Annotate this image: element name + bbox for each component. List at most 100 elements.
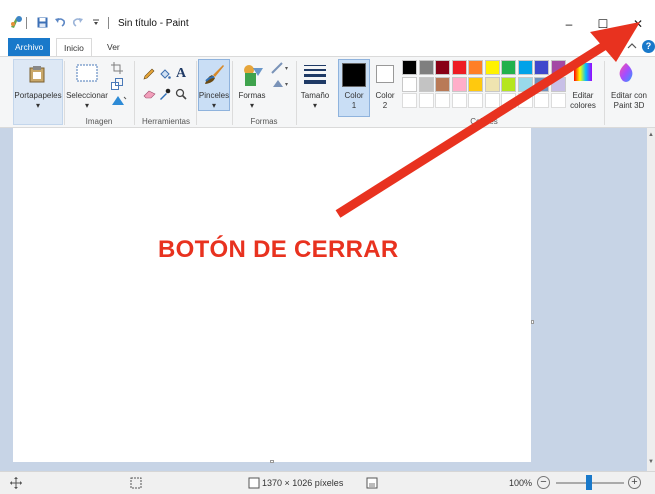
fill-icon[interactable] — [270, 77, 290, 91]
scroll-up-icon[interactable]: ▲ — [648, 132, 654, 140]
drawing-canvas[interactable] — [13, 128, 531, 462]
palette-custom-slot[interactable] — [484, 93, 500, 108]
palette-swatch[interactable] — [484, 76, 500, 92]
pencil-icon[interactable] — [142, 67, 156, 81]
vertical-scrollbar[interactable]: ▲ ▼ — [647, 128, 655, 471]
select-label[interactable]: Seleccionar — [64, 91, 110, 101]
window-top-strip — [0, 0, 655, 8]
save-icon[interactable] — [34, 14, 50, 30]
outline-icon[interactable] — [270, 61, 290, 75]
palette-swatch[interactable] — [468, 76, 483, 92]
tools-group-label: Herramientas — [141, 117, 190, 126]
shapes-dropdown-icon[interactable]: ▾ — [234, 101, 270, 111]
canvas-resize-handle-right[interactable] — [531, 320, 534, 324]
crop-icon[interactable] — [110, 61, 124, 75]
color1-label-line1: Color — [344, 91, 364, 100]
zoom-out-button[interactable]: − — [537, 476, 550, 489]
palette-custom-slot[interactable] — [517, 93, 533, 108]
help-icon[interactable]: ? — [642, 40, 655, 53]
select-dropdown-icon[interactable]: ▾ — [64, 101, 110, 111]
palette-swatch[interactable] — [402, 60, 417, 75]
resize-icon[interactable] — [110, 77, 124, 91]
palette-swatch[interactable] — [501, 60, 516, 75]
window-title: Sin título - Paint — [118, 18, 189, 29]
canvas-size-icon — [248, 477, 260, 489]
shapes-label: Formas — [238, 91, 266, 100]
close-button[interactable]: ✕ — [615, 10, 655, 38]
palette-swatch[interactable] — [517, 60, 533, 75]
qa-separator — [26, 17, 27, 29]
tab-inicio[interactable]: Inicio — [56, 38, 92, 56]
size-dropdown-icon[interactable]: ▾ — [298, 101, 332, 111]
edit-colors-icon[interactable] — [572, 61, 594, 83]
select-rectangle-icon[interactable] — [74, 61, 100, 85]
group-separator — [604, 61, 605, 125]
ribbon: Portapapeles ▾ Seleccionar ▾ Imagen A He… — [0, 56, 655, 128]
palette-swatch[interactable] — [451, 60, 467, 75]
zoom-slider-thumb[interactable] — [585, 475, 592, 490]
title-separator — [108, 17, 109, 29]
size-icon[interactable] — [302, 61, 328, 87]
image-group-label: Imagen — [85, 117, 113, 126]
palette-swatch[interactable] — [501, 76, 516, 92]
paint3d-icon[interactable] — [614, 61, 638, 85]
collapse-ribbon-chevron-icon[interactable] — [626, 40, 638, 52]
palette-swatch[interactable] — [484, 60, 500, 75]
palette-swatch[interactable] — [402, 76, 417, 92]
brushes-label: Pinceles — [198, 91, 230, 100]
canvas-resize-handle-bottom[interactable] — [270, 460, 274, 463]
paint3d-label-line2: Paint 3D — [613, 101, 645, 110]
palette-custom-slot[interactable] — [501, 93, 516, 108]
palette-swatch[interactable] — [534, 60, 549, 75]
palette-swatch[interactable] — [451, 76, 467, 92]
color1-swatch — [342, 63, 366, 87]
text-tool-icon[interactable]: A — [174, 66, 188, 82]
palette-swatch[interactable] — [418, 76, 434, 92]
magnifier-icon[interactable] — [174, 87, 188, 101]
clipboard-label: Portapapeles — [14, 91, 62, 100]
palette-swatch[interactable] — [435, 60, 450, 75]
palette-custom-slot[interactable] — [435, 93, 450, 108]
palette-swatch[interactable] — [435, 76, 450, 92]
eraser-icon[interactable] — [142, 87, 156, 101]
color-picker-icon[interactable] — [158, 87, 172, 101]
color2-label-line1: Color — [375, 91, 395, 100]
fill-bucket-icon[interactable] — [158, 67, 172, 81]
palette-swatch[interactable] — [517, 76, 533, 92]
shapes-icon[interactable] — [238, 61, 266, 89]
group-separator — [232, 61, 233, 125]
tab-archivo[interactable]: Archivo — [8, 38, 51, 56]
tab-ver[interactable]: Ver — [100, 38, 127, 56]
palette-custom-slot[interactable] — [534, 93, 549, 108]
clipboard-dropdown-icon[interactable]: ▾ — [14, 101, 62, 111]
size-label: Tamaño — [300, 91, 330, 100]
group-separator — [196, 61, 197, 125]
canvas-dimensions: 1370 × 1026 píxeles — [262, 478, 344, 488]
color2-swatch[interactable] — [376, 65, 394, 83]
palette-swatch[interactable] — [534, 76, 549, 92]
selection-size-icon — [130, 477, 142, 489]
edit-colors-label-line2: colores — [570, 101, 596, 110]
redo-icon[interactable] — [70, 14, 86, 30]
clipboard-icon — [26, 63, 48, 85]
palette-custom-slot[interactable] — [468, 93, 483, 108]
zoom-in-button[interactable]: + — [628, 476, 641, 489]
brush-icon — [201, 62, 227, 88]
palette-swatch[interactable] — [468, 60, 483, 75]
palette-custom-slot[interactable] — [451, 93, 467, 108]
scroll-down-icon[interactable]: ▼ — [648, 459, 654, 467]
shapes-group-label: Formas — [250, 117, 278, 126]
color1-label-line2: 1 — [351, 101, 357, 110]
palette-swatch[interactable] — [550, 60, 566, 75]
file-size-icon — [366, 477, 378, 489]
customize-qa-chevron-icon[interactable] — [88, 14, 104, 30]
palette-custom-slot[interactable] — [402, 93, 417, 108]
ribbon-tabs: Archivo Inicio Ver ? — [0, 38, 655, 56]
palette-swatch[interactable] — [550, 76, 566, 92]
undo-icon[interactable] — [52, 14, 68, 30]
annotation-headline: BOTÓN DE CERRAR — [158, 236, 399, 263]
edit-colors-label-line1: Editar — [572, 91, 594, 100]
palette-swatch[interactable] — [418, 60, 434, 75]
rotate-icon[interactable] — [110, 93, 128, 107]
palette-custom-slot[interactable] — [418, 93, 434, 108]
